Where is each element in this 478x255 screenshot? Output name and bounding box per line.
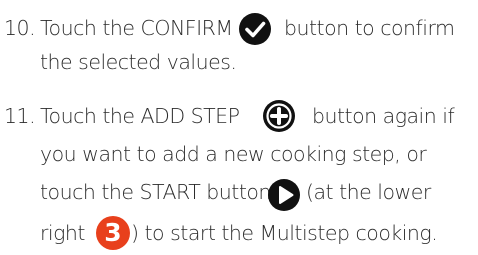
play-icon <box>268 179 300 211</box>
step-11-text-start: Touch the ADD STEP <box>40 104 240 128</box>
step-10-text-end: button to confirm <box>284 16 455 40</box>
number-badge: 3 <box>96 216 130 250</box>
step-number-11: 11. <box>4 104 36 128</box>
step-10-text-line2: the selected values. <box>40 50 237 74</box>
step-11-text-line3-end: (at the lower <box>306 180 431 204</box>
step-11-text-line4-end: ) to start the Multistep cooking. <box>131 221 438 245</box>
step-10-text-start: Touch the CONFIRM <box>40 16 233 40</box>
step-11-text-line2: you want to add a new cooking step, or <box>40 142 427 166</box>
step-11-text-end: button again if <box>312 104 455 128</box>
step-11-text-line4-start: right <box>40 221 85 245</box>
step-11-text-line3-start: touch the START button <box>40 180 271 204</box>
check-circle-icon <box>239 13 271 45</box>
step-number-10: 10. <box>4 16 36 40</box>
plus-circle-icon <box>263 100 295 132</box>
instruction-steps: 10. Touch the CONFIRM button to confirm … <box>0 0 478 255</box>
